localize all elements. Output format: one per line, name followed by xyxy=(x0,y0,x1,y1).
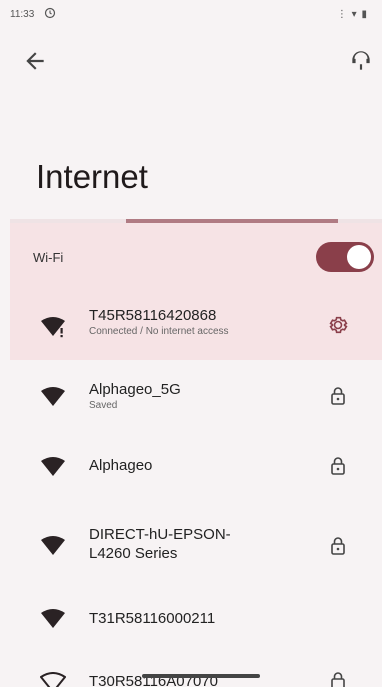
status-time: 11:33 xyxy=(10,9,35,20)
lock-icon xyxy=(331,457,345,475)
network-item[interactable]: DIRECT-hU-EPSON- L4260 Series xyxy=(10,505,382,585)
network-status: Saved xyxy=(89,400,118,411)
network-name: Alphageo_5G xyxy=(89,381,181,398)
network-item-connected[interactable]: T45R58116420868 Connected / No internet … xyxy=(10,290,382,360)
top-app-bar xyxy=(0,38,382,82)
page-title: Internet xyxy=(36,158,148,195)
wifi-icon xyxy=(41,609,65,628)
lock-icon xyxy=(331,387,345,405)
network-name: T45R58116420868 xyxy=(89,307,217,324)
wifi-no-internet-icon xyxy=(41,317,65,338)
alarm-icon xyxy=(44,7,56,19)
arrow-back-icon[interactable] xyxy=(22,48,48,74)
network-item[interactable]: Alphageo xyxy=(10,430,382,500)
help-feedback-icon[interactable] xyxy=(348,48,374,74)
gesture-nav-handle[interactable] xyxy=(142,674,260,678)
wifi-icon xyxy=(41,387,65,406)
network-name: DIRECT-hU-EPSON- L4260 Series xyxy=(89,526,231,562)
wifi-icon xyxy=(41,536,65,555)
wifi-toggle-switch[interactable] xyxy=(316,242,374,272)
toggle-thumb xyxy=(347,245,371,269)
network-item[interactable]: T30R58116A07070 xyxy=(10,655,382,687)
network-item[interactable]: Alphageo_5G Saved xyxy=(10,360,382,430)
wifi-toggle-row[interactable]: Wi-Fi xyxy=(10,223,382,290)
wifi-icon xyxy=(41,457,65,476)
network-name: Alphageo xyxy=(89,457,153,474)
lock-icon xyxy=(331,672,345,687)
wifi-label: Wi-Fi xyxy=(33,250,64,265)
network-item[interactable]: T31R58116000211 xyxy=(10,585,382,655)
status-icons: ⋮ ▾ ▮ xyxy=(336,9,368,20)
wifi-icon xyxy=(40,672,66,687)
gear-icon[interactable] xyxy=(326,313,350,337)
lock-icon xyxy=(331,537,345,555)
status-bar: 11:33 ⋮ ▾ ▮ xyxy=(0,0,382,30)
network-name: T31R58116000211 xyxy=(89,610,216,627)
network-status: Connected / No internet access xyxy=(89,326,229,337)
